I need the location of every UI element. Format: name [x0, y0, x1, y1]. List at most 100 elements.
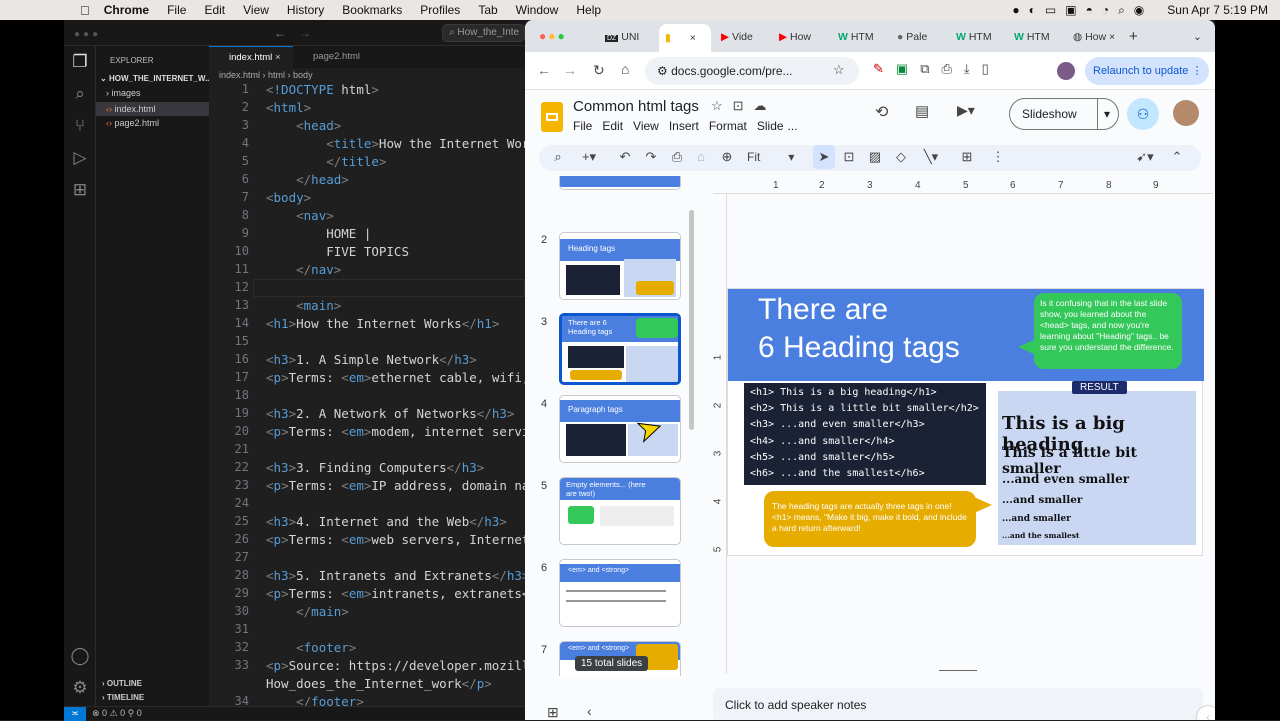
breadcrumb-file[interactable]: index.html	[219, 70, 260, 80]
code-line[interactable]: <title>How the Internet Work	[266, 136, 525, 151]
code-line[interactable]: <!DOCTYPE html>	[266, 82, 379, 97]
slide-title-line2[interactable]: 6 Heading tags	[758, 331, 960, 365]
menu-bookmarks[interactable]: Bookmarks	[342, 3, 402, 17]
menu-view[interactable]: View	[243, 3, 269, 17]
menu-file[interactable]: File	[167, 3, 186, 17]
new-slide-icon[interactable]: +▾	[575, 145, 603, 169]
tab-search-icon[interactable]: ⌄	[1193, 26, 1202, 48]
browser-tab-htm-2[interactable]: W HTM	[956, 26, 992, 48]
code-line[interactable]: <h3>4. Internet and the Web</h3>	[266, 514, 507, 529]
relaunch-button[interactable]: Relaunch to update ⋮	[1085, 57, 1209, 85]
menu-window[interactable]: Window	[516, 3, 559, 17]
side-panel-toggle-icon[interactable]: ‹	[1197, 706, 1215, 720]
menu-more[interactable]: ...	[788, 119, 798, 133]
more-options-icon[interactable]: ⋮	[991, 145, 1005, 169]
problems-indicator[interactable]: ⊗ 0 ⚠ 0 ⚲ 0	[92, 708, 142, 719]
slide-canvas[interactable]: There are 6 Heading tags Is it confusing…	[727, 288, 1204, 556]
back-icon[interactable]: ←	[537, 62, 551, 78]
code-line[interactable]: <p>Terms: <em>modem, internet servic	[266, 424, 525, 439]
menu-format[interactable]: Format	[709, 119, 747, 133]
slideshow-button[interactable]: Slideshow ▾	[1009, 98, 1119, 130]
search-icon[interactable]: ⌕	[70, 84, 90, 104]
code-line[interactable]: <h3>5. Intranets and Extranets</h3>	[266, 568, 525, 583]
code-line[interactable]: <p>Terms: <em>web servers, Internet,	[266, 532, 525, 547]
doc-title[interactable]: Common html tags	[573, 98, 699, 115]
browser-tab-htm-3[interactable]: W HTM	[1014, 26, 1050, 48]
add-comment-icon[interactable]: ⊞	[957, 145, 977, 169]
code-line[interactable]: HOME |	[266, 226, 371, 241]
notes-resize-handle[interactable]	[939, 670, 977, 671]
browser-tab-how-2[interactable]: ◍ How ×	[1073, 26, 1115, 48]
meet-icon[interactable]: ▶▾	[957, 102, 975, 119]
code-line[interactable]: <nav>	[266, 208, 334, 223]
settings-gear-icon[interactable]: ⚙	[70, 678, 90, 698]
browser-tab-pale[interactable]: ● Pale	[897, 26, 927, 48]
comments-icon[interactable]: ▤	[915, 102, 929, 120]
code-line[interactable]: </title>	[266, 154, 386, 169]
menu-tab[interactable]: Tab	[478, 3, 497, 17]
tab-close-icon[interactable]: ×	[690, 32, 696, 44]
code-line[interactable]: <h3>3. Finding Computers</h3>	[266, 460, 484, 475]
site-info-icon[interactable]: ⚙	[657, 64, 668, 78]
tree-item-page2[interactable]: ‹› page2.html	[106, 118, 159, 128]
redo-icon[interactable]: ↷	[641, 145, 661, 169]
code-line[interactable]: </main>	[266, 604, 349, 619]
search-menus-icon[interactable]: ⌕	[547, 145, 569, 169]
outline-section[interactable]: › OUTLINE	[102, 679, 142, 688]
slide-thumbnail-6[interactable]: <em> and <strong>	[559, 559, 681, 627]
collapse-toolbar-icon[interactable]: ⌃	[1167, 145, 1187, 169]
menu-insert[interactable]: Insert	[669, 119, 699, 133]
share-button[interactable]: ⚇	[1127, 98, 1159, 130]
print-icon[interactable]: ⎙	[667, 145, 687, 169]
browser-tab-how[interactable]: ▶ How	[779, 26, 811, 48]
code-line[interactable]: <body>	[266, 190, 311, 205]
slide-thumbnail-1[interactable]	[559, 176, 681, 190]
browser-tab-htm[interactable]: W HTM	[838, 26, 874, 48]
slide-title-line1[interactable]: There are	[758, 293, 888, 327]
browser-tab-unit[interactable]: DZ UNI	[605, 26, 639, 48]
menu-profiles[interactable]: Profiles	[420, 3, 460, 17]
grid-view-icon[interactable]: ⊞	[547, 704, 559, 720]
callout-bubble[interactable]: Is it confusing that in the last slide s…	[1034, 293, 1182, 369]
tab-close-icon[interactable]: ×	[1109, 31, 1115, 43]
extensions-icon[interactable]: ⊞	[70, 180, 90, 200]
status-icons[interactable]: ●◐▭▣◓◔⌕◉	[1012, 3, 1153, 18]
forward-arrow-icon[interactable]: →	[299, 26, 311, 40]
home-icon[interactable]: ⌂	[621, 61, 629, 77]
select-tool-icon[interactable]: ➤	[813, 145, 835, 169]
code-line[interactable]: <p>Terms: <em>intranets, extranets</	[266, 586, 525, 601]
remote-icon[interactable]: ≍	[64, 707, 86, 721]
user-avatar[interactable]	[1173, 100, 1199, 126]
apple-icon[interactable]: 	[80, 3, 90, 18]
tree-item-images[interactable]: › images	[106, 88, 141, 98]
code-line[interactable]: <h3>2. A Network of Networks</h3>	[266, 406, 514, 421]
text-box-icon[interactable]: ⊡	[839, 145, 859, 169]
tab-index-html[interactable]: index.html ×	[209, 46, 293, 68]
code-line[interactable]: <h3>1. A Simple Network</h3>	[266, 352, 477, 367]
new-tab-icon[interactable]: +	[1129, 26, 1138, 48]
slide-thumbnail-2[interactable]: Heading tags	[559, 232, 681, 300]
close-icon[interactable]: ×	[275, 52, 281, 63]
timeline-section[interactable]: › TIMELINE	[102, 693, 144, 702]
code-line[interactable]: How_does_the_Internet_work</p>	[266, 676, 492, 691]
zoom-icon[interactable]: ⊕	[717, 145, 737, 169]
tab-page2-html[interactable]: page2.html	[293, 46, 383, 68]
undo-icon[interactable]: ↶	[615, 145, 635, 169]
breadcrumb-body[interactable]: body	[293, 70, 313, 80]
code-line[interactable]: </head>	[266, 172, 349, 187]
menu-view[interactable]: View	[633, 119, 659, 133]
profile-avatar[interactable]	[1057, 62, 1075, 80]
traffic-lights[interactable]: ●●●	[74, 29, 101, 40]
menu-slide[interactable]: Slide	[757, 119, 784, 133]
menu-app-name[interactable]: Chrome	[104, 3, 149, 17]
filmstrip-scrollbar[interactable]	[689, 210, 694, 430]
line-icon[interactable]: ╲▾	[917, 145, 945, 169]
source-control-icon[interactable]: ⑂	[70, 116, 90, 136]
code-line[interactable]: <head>	[266, 118, 341, 133]
zoom-select[interactable]: Fit ▾	[743, 145, 803, 169]
breadcrumb[interactable]: index.html › html › body	[219, 70, 313, 80]
code-line[interactable]: <main>	[266, 298, 341, 313]
run-debug-icon[interactable]: ▷	[70, 148, 90, 168]
clock[interactable]: Sun Apr 7 5:19 PM	[1167, 3, 1268, 17]
speaker-notes[interactable]: Click to add speaker notes	[713, 688, 1203, 720]
